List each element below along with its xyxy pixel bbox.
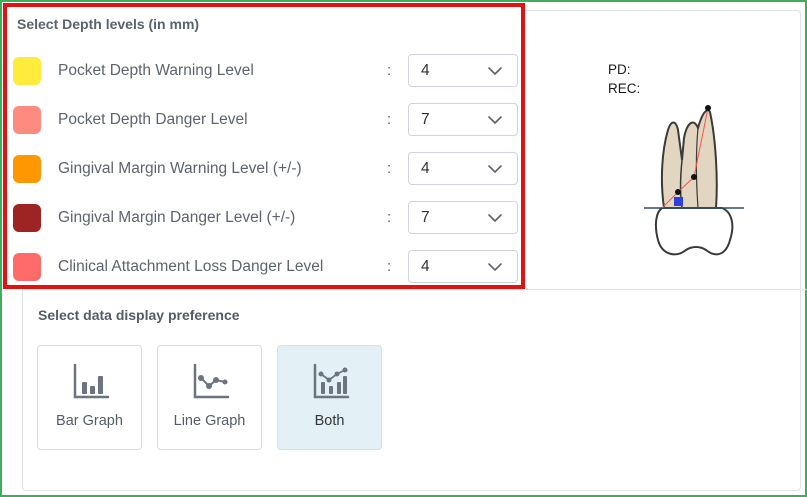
line-graph-icon — [193, 363, 230, 399]
row-gingival-margin-warning: Gingival Margin Warning Level (+/-) : 4 — [7, 152, 521, 186]
select-value: 4 — [421, 160, 430, 177]
row-gingival-margin-danger: Gingival Margin Danger Level (+/-) : 7 — [7, 201, 521, 235]
row-label: Gingival Margin Warning Level (+/-) — [58, 160, 302, 177]
bar-graph-option[interactable]: Bar Graph — [37, 345, 142, 450]
color-swatch — [13, 155, 41, 183]
depth-levels-title: Select Depth levels (in mm) — [17, 16, 200, 32]
row-pocket-depth-danger: Pocket Depth Danger Level : 7 — [7, 103, 521, 137]
gingival-margin-danger-select[interactable]: 7 — [408, 201, 518, 234]
row-label: Gingival Margin Danger Level (+/-) — [58, 209, 296, 226]
rec-label: REC: — [608, 81, 641, 96]
row-pocket-depth-warning: Pocket Depth Warning Level : 4 — [7, 54, 521, 88]
color-swatch — [13, 106, 41, 134]
bar-graph-icon — [73, 363, 110, 399]
row-label: Clinical Attachment Loss Danger Level — [58, 258, 324, 275]
row-clinical-attachment-loss-danger: Clinical Attachment Loss Danger Level : … — [7, 250, 521, 284]
separator: : — [387, 160, 392, 177]
color-swatch — [13, 57, 41, 85]
chevron-down-icon — [488, 165, 502, 173]
select-value: 4 — [421, 258, 430, 275]
separator: : — [387, 258, 392, 275]
chevron-down-icon — [488, 67, 502, 75]
pocket-depth-warning-select[interactable]: 4 — [408, 54, 518, 87]
depth-levels-panel: Select Depth levels (in mm) Pocket Depth… — [3, 3, 525, 289]
section-divider — [22, 289, 807, 290]
chevron-down-icon — [488, 116, 502, 124]
row-label: Pocket Depth Warning Level — [58, 62, 254, 79]
option-label: Bar Graph — [56, 413, 123, 429]
pd-label: PD: — [608, 62, 631, 77]
separator: : — [387, 62, 392, 79]
gingival-margin-warning-select[interactable]: 4 — [408, 152, 518, 185]
clinical-attachment-loss-danger-select[interactable]: 4 — [408, 250, 518, 283]
row-label: Pocket Depth Danger Level — [58, 111, 248, 128]
color-swatch — [13, 204, 41, 232]
tooth-diagram-icon — [644, 105, 744, 256]
chevron-down-icon — [488, 263, 502, 271]
both-graph-icon — [313, 363, 350, 399]
line-graph-option[interactable]: Line Graph — [157, 345, 262, 450]
option-label: Line Graph — [173, 413, 246, 429]
option-label: Both — [314, 413, 345, 429]
separator: : — [387, 209, 392, 226]
both-option[interactable]: Both — [277, 345, 382, 450]
separator: : — [387, 111, 392, 128]
display-preference-title: Select data display preference — [38, 307, 240, 323]
select-value: 7 — [421, 111, 430, 128]
pocket-depth-danger-select[interactable]: 7 — [408, 103, 518, 136]
select-value: 7 — [421, 209, 430, 226]
color-swatch — [13, 253, 41, 281]
chevron-down-icon — [488, 214, 502, 222]
select-value: 4 — [421, 62, 430, 79]
